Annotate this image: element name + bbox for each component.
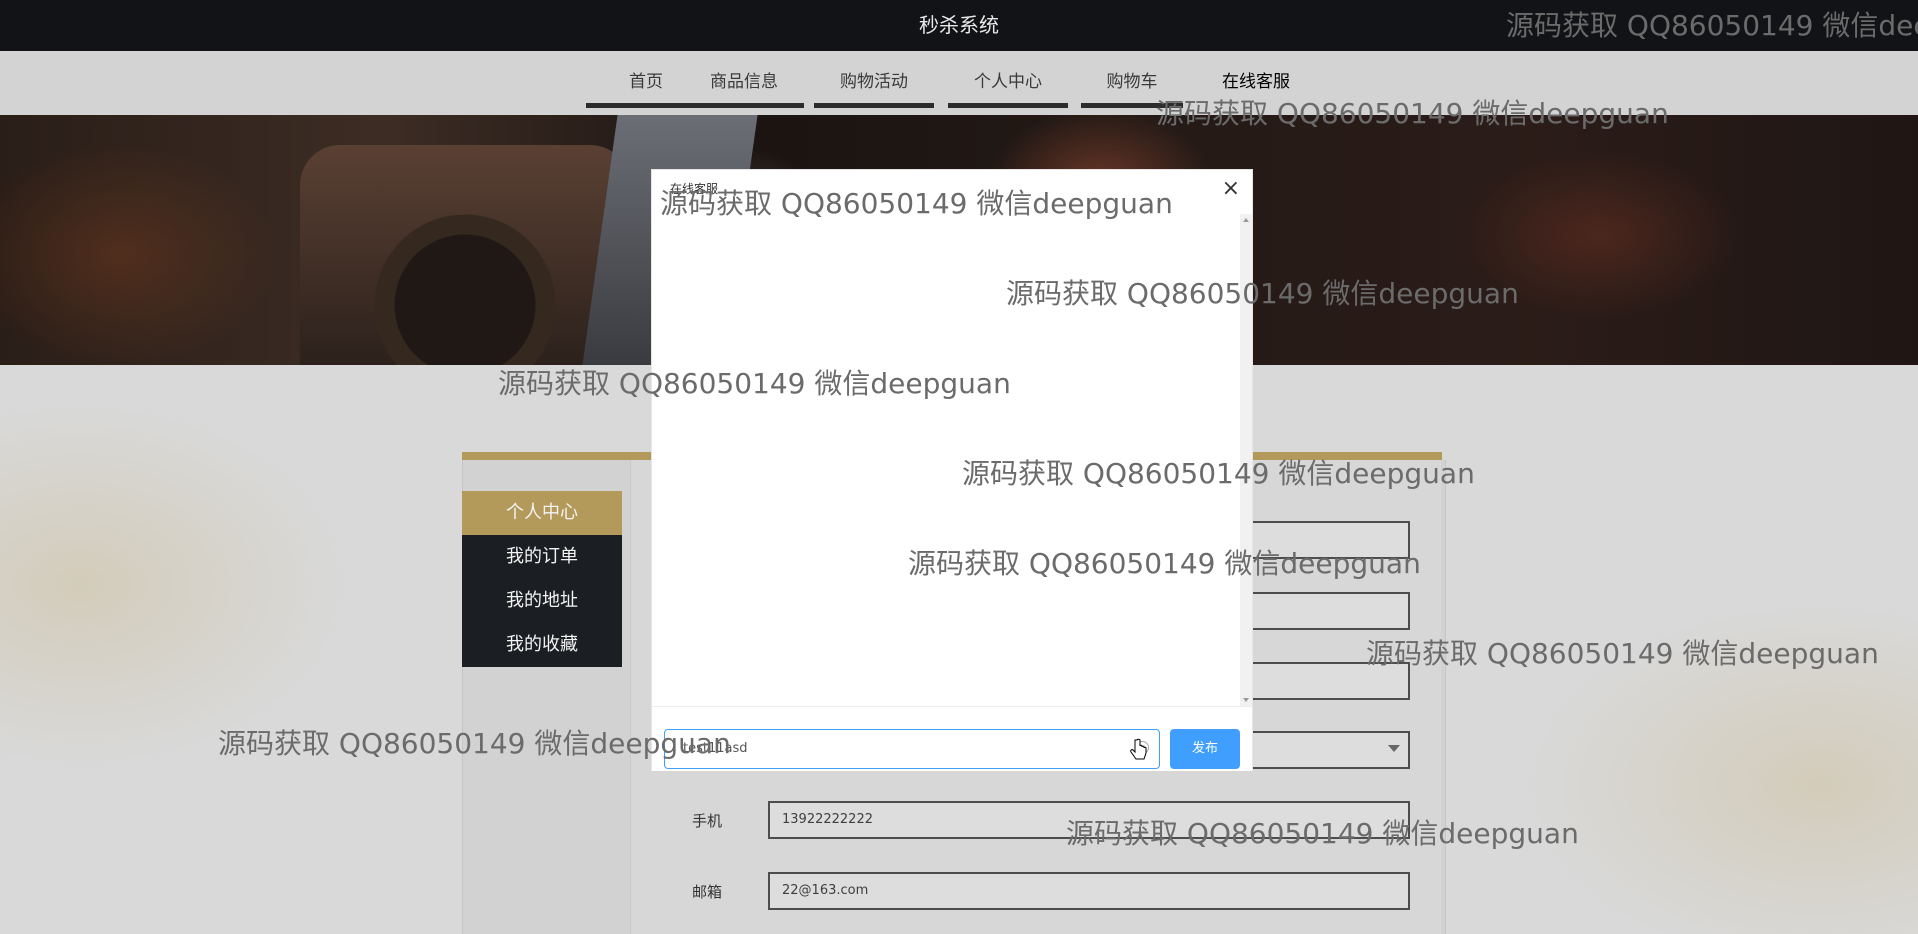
phone-label: 手机 [692,812,723,830]
sidebar-item-profile[interactable]: 个人中心 [462,491,622,535]
hand-cursor-icon [1130,738,1147,760]
chat-footer: test11asd × 发布 [652,706,1252,771]
app-title-bar: 秒杀系统 [0,0,1918,51]
main-nav: 首页 商品信息 购物活动 个人中心 购物车 在线客服 [0,51,1918,115]
nav-item-support[interactable]: 在线客服 [1196,68,1316,108]
nav-item-activities[interactable]: 购物活动 [814,68,934,108]
scroll-down-icon[interactable] [1243,698,1249,702]
chat-messages-area [652,214,1240,706]
close-icon[interactable]: × [1222,176,1240,201]
nav-item-profile[interactable]: 个人中心 [948,68,1068,108]
nav-item-products[interactable]: 商品信息 [684,68,804,108]
banner-cup-image [300,145,630,365]
support-chat-modal: 在线客服 × test11asd × 发布 [652,170,1252,771]
chat-message-input[interactable]: test11asd [664,729,1160,769]
chat-scrollbar[interactable] [1240,214,1252,706]
sidebar-item-addresses[interactable]: 我的地址 [462,579,622,623]
sidebar-item-orders[interactable]: 我的订单 [462,535,622,579]
publish-button[interactable]: 发布 [1170,729,1240,769]
app-title: 秒杀系统 [919,13,999,37]
chevron-down-icon [1388,745,1400,752]
email-label: 邮箱 [692,883,723,901]
email-field[interactable]: 22@163.com [768,872,1410,910]
scroll-up-icon[interactable] [1243,218,1249,222]
modal-title: 在线客服 [670,182,719,196]
phone-field[interactable]: 13922222222 [768,801,1410,839]
sidebar-item-favorites[interactable]: 我的收藏 [462,623,622,667]
nav-item-cart[interactable]: 购物车 [1081,68,1183,108]
